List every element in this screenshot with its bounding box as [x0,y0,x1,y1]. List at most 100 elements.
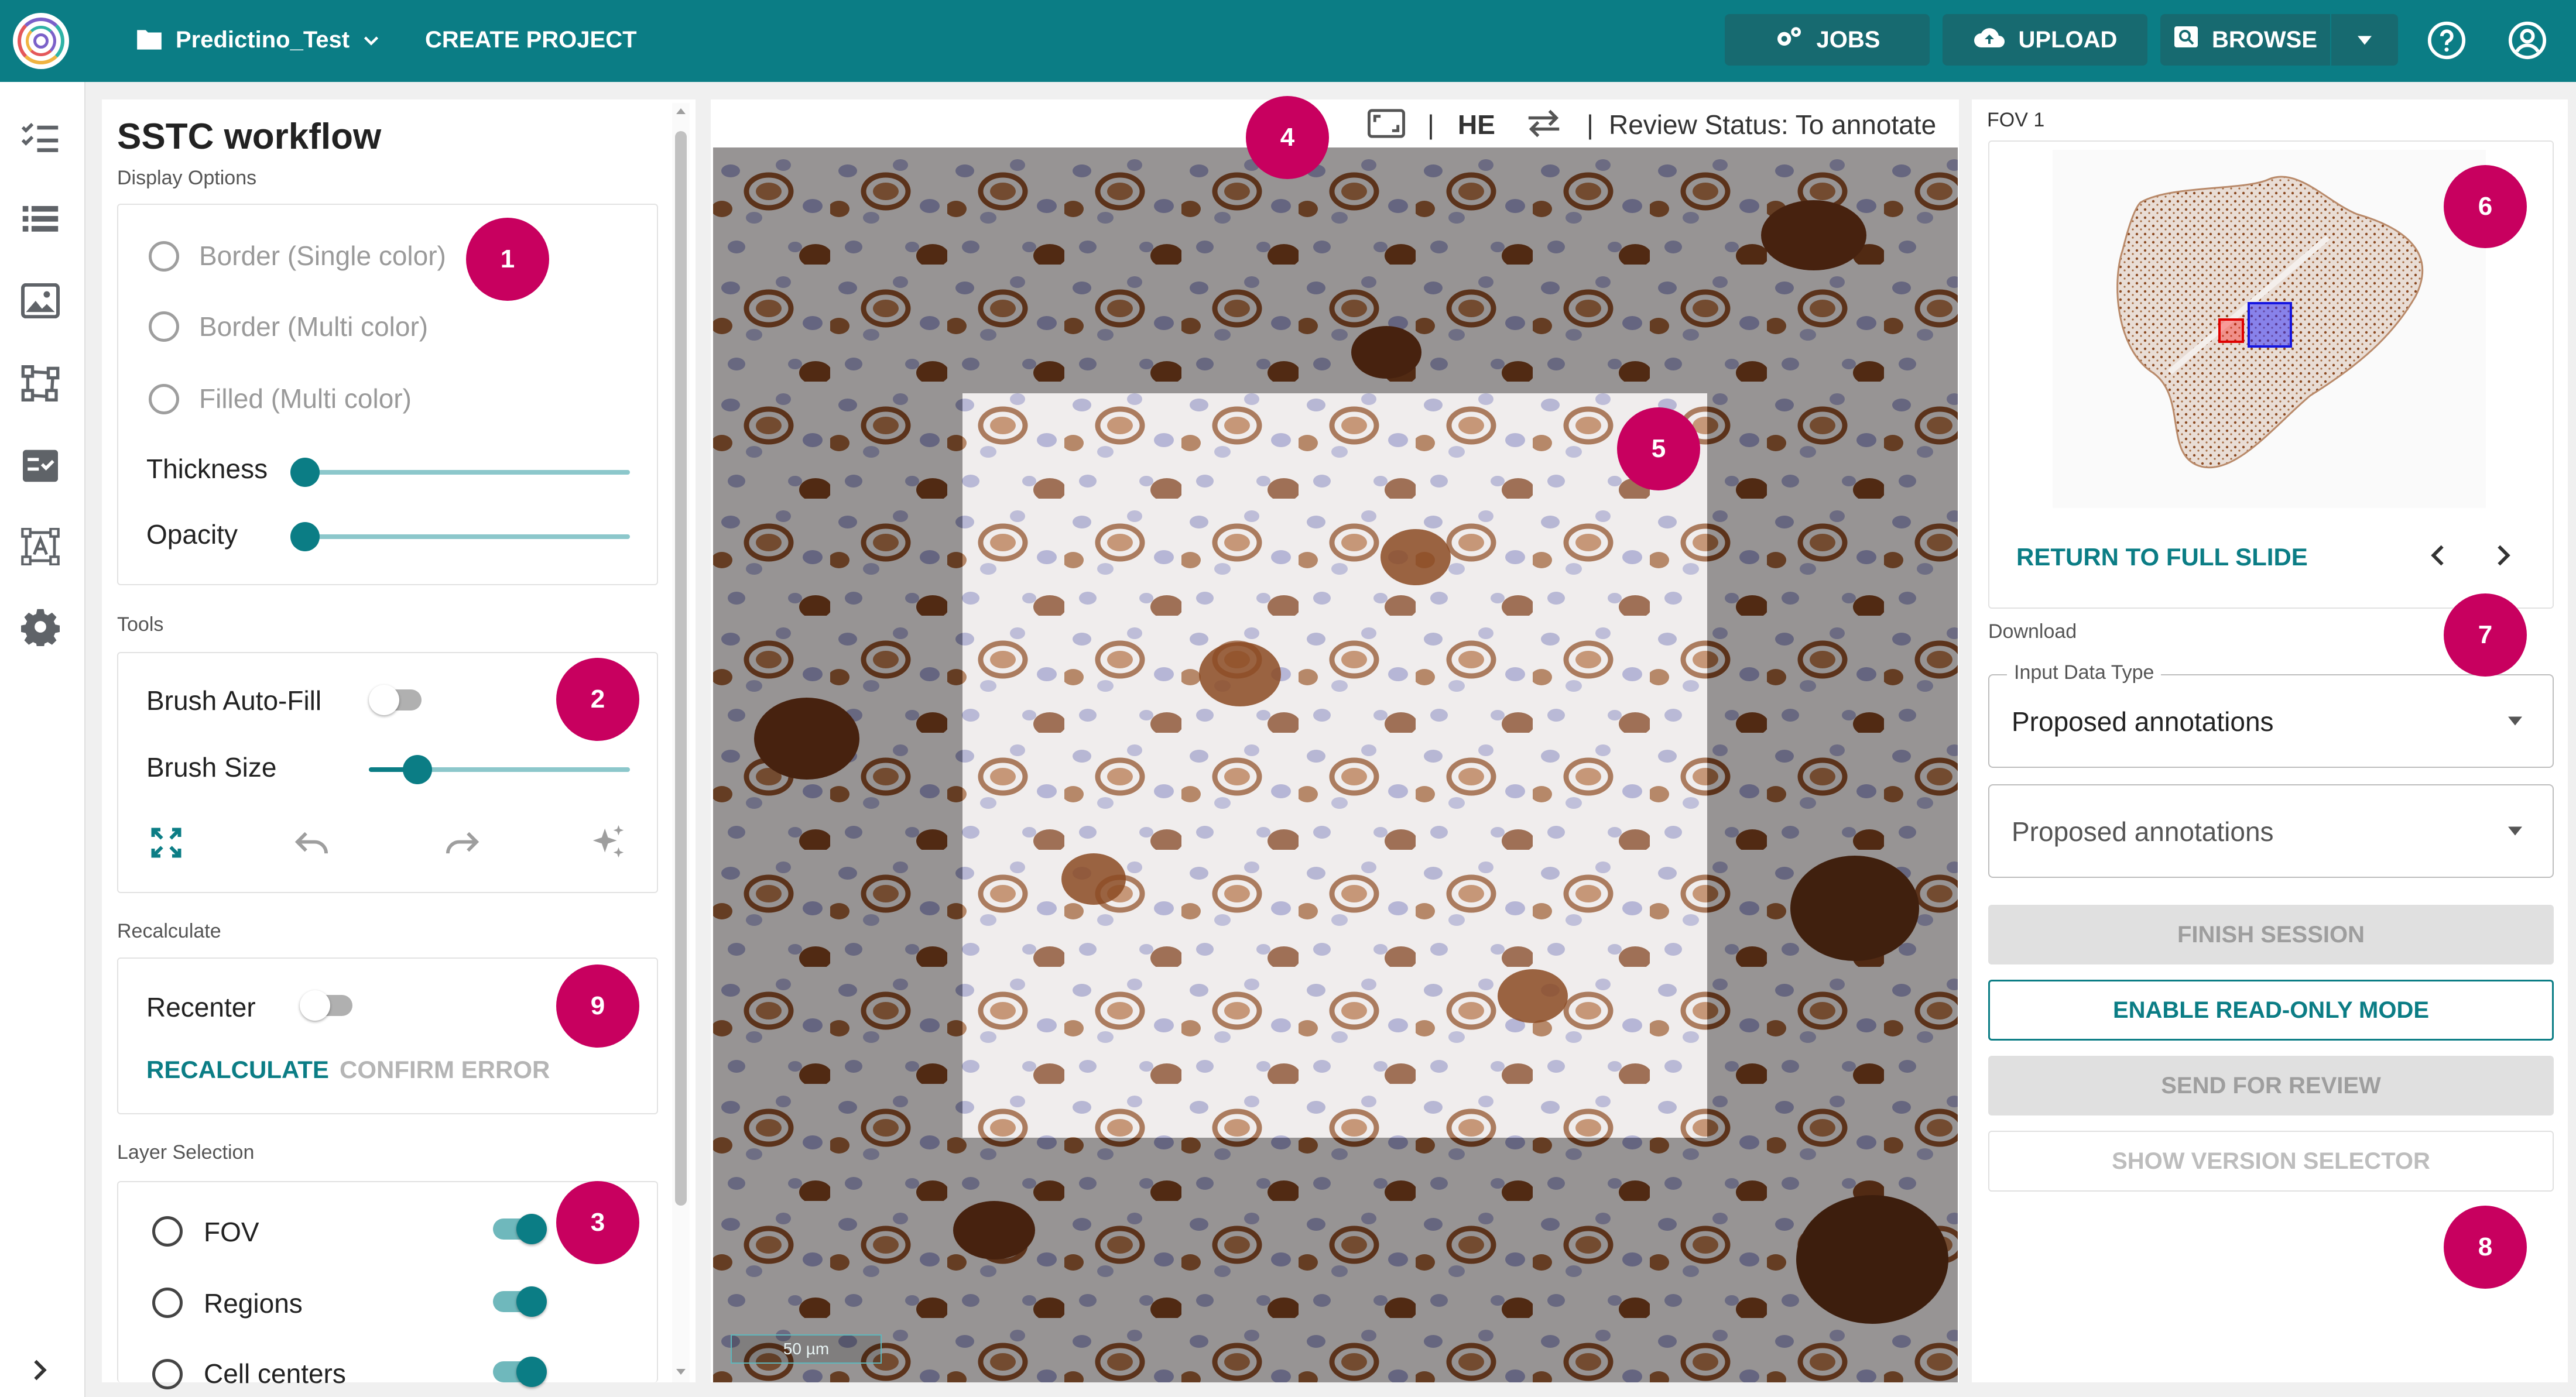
slider-thumb[interactable] [290,522,320,551]
tools-label: Tools [117,613,164,636]
layer-toggle-fov[interactable] [493,1214,551,1244]
chevron-down-icon[interactable] [359,30,383,54]
aspect-ratio-icon[interactable] [1368,109,1405,141]
folder-icon [135,27,164,56]
cloud-upload-icon [1973,25,2006,54]
image-icon[interactable] [21,283,60,321]
layer-radio-cell-centers[interactable] [152,1359,183,1389]
layer-radio-fov[interactable] [152,1216,183,1247]
callout-badge: 3 [556,1181,639,1264]
account-icon[interactable] [2507,20,2548,64]
option-label: Border (Single color) [199,241,446,271]
swap-icon[interactable] [1526,109,1562,141]
review-status: Review Status: To annotate [1609,109,1937,140]
show-version-selector-button[interactable]: SHOW VERSION SELECTOR [1988,1131,2554,1192]
redo-icon[interactable] [440,828,481,862]
layer-toggle-cell-centers[interactable] [493,1357,551,1387]
download-label: Download [1988,620,2077,643]
list-icon[interactable] [21,202,60,238]
upload-label: UPLOAD [2018,26,2118,53]
recalculate-section-label: Recalculate [117,920,221,942]
fov-marker [2218,318,2244,343]
browse-label: BROWSE [2212,26,2317,53]
jobs-button[interactable]: JOBS [1725,14,1930,66]
annotation-version-select[interactable]: Proposed annotations [1988,784,2554,878]
app-logo[interactable] [13,13,69,69]
sparkle-icon[interactable] [588,822,629,866]
browse-dropdown-button[interactable] [2331,14,2398,66]
brush-size-label: Brush Size [146,752,277,782]
fov-region[interactable] [962,393,1707,1138]
layer-label: Regions [204,1288,303,1319]
slide-image[interactable] [713,147,1958,1382]
undo-icon[interactable] [293,828,334,862]
polygon-icon[interactable] [21,365,60,404]
slide-thumbnail[interactable] [2053,150,2486,508]
scrollbar-thumb[interactable] [675,131,687,1206]
callout-badge: 4 [1246,96,1329,179]
browse-button[interactable]: BROWSE [2160,14,2330,66]
toolbar-separator: | [1587,109,1594,140]
opacity-label: Opacity [146,519,238,550]
thickness-label: Thickness [146,454,268,484]
viewport-marker [2248,302,2292,348]
layer-label: Cell centers [204,1358,346,1389]
layer-toggle-regions[interactable] [493,1286,551,1317]
return-to-full-slide-button[interactable]: RETURN TO FULL SLIDE [2016,543,2308,571]
option-label: Border (Multi color) [199,311,429,342]
option-label: Filled (Multi color) [199,383,412,414]
slider-thumb[interactable] [290,458,320,487]
display-options-label: Display Options [117,167,257,189]
recenter-label: Recenter [146,992,256,1022]
opacity-slider[interactable] [290,522,630,551]
task-icon[interactable] [21,448,60,486]
enable-read-only-button[interactable]: ENABLE READ-ONLY MODE [1988,980,2554,1041]
chevron-right-icon[interactable] [28,1357,52,1386]
recenter-toggle[interactable] [300,990,358,1021]
select-value: Proposed annotations [2012,706,2274,737]
fov-label: FOV 1 [1987,109,2045,131]
callout-badge: 2 [556,658,639,741]
help-icon[interactable] [2426,20,2467,64]
toolbar-separator: | [1427,109,1434,140]
panel-scrollbar[interactable] [672,103,690,1382]
thickness-slider[interactable] [290,458,630,487]
chevron-right-icon[interactable] [2493,542,2514,572]
side-nav-rail [0,82,85,1397]
gear-icon[interactable] [20,607,60,649]
layer-label: FOV [204,1217,259,1247]
top-app-bar: Predictino_Test CREATE PROJECT JOBS UPLO… [0,0,2576,82]
callout-badge: 6 [2444,165,2527,248]
send-for-review-button[interactable]: SEND FOR REVIEW [1988,1056,2554,1115]
radio-border-single[interactable] [149,241,179,272]
radio-filled-multi[interactable] [149,384,179,414]
layer-selection-label: Layer Selection [117,1141,255,1163]
caret-down-icon [2354,27,2375,53]
brush-autofill-toggle[interactable] [369,685,427,715]
checklist-icon[interactable] [21,121,60,156]
callout-badge: 1 [466,218,549,301]
brush-size-slider[interactable] [369,755,630,784]
jobs-label: JOBS [1816,26,1880,53]
project-name[interactable]: Predictino_Test [176,28,350,52]
recalculate-button[interactable]: RECALCULATE [146,1056,329,1084]
callout-badge: 7 [2444,593,2527,677]
callout-badge: 8 [2444,1206,2527,1289]
callout-badge: 9 [556,964,639,1048]
upload-button[interactable]: UPLOAD [1943,14,2147,66]
finish-session-button[interactable]: FINISH SESSION [1988,905,2554,964]
select-value: Proposed annotations [2012,816,2274,847]
gears-icon [1775,25,1804,54]
browse-icon [2173,25,2199,54]
text-box-icon[interactable] [21,527,60,568]
fit-screen-icon[interactable] [149,825,184,863]
chevron-left-icon[interactable] [2427,542,2448,572]
create-project-button[interactable]: CREATE PROJECT [425,28,637,52]
input-data-type-select[interactable]: Input Data Type Proposed annotations [1988,661,2554,768]
confirm-error-button[interactable]: CONFIRM ERROR [340,1056,550,1084]
slider-thumb[interactable] [403,755,432,784]
callout-badge: 5 [1617,407,1700,490]
select-label: Input Data Type [2007,661,2161,684]
radio-border-multi[interactable] [149,311,179,342]
layer-radio-regions[interactable] [152,1288,183,1318]
